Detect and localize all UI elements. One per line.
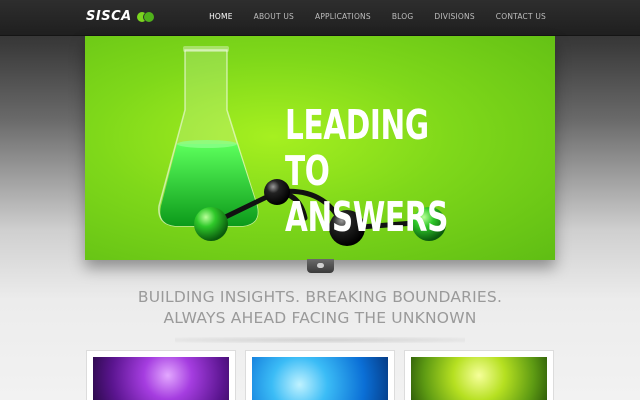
logo-dots-icon — [136, 11, 154, 22]
tagline-divider — [175, 337, 465, 343]
logo-text: SISCA — [86, 9, 132, 24]
thumbnail-card-3[interactable] — [404, 350, 554, 400]
tagline: BUILDING INSIGHTS. BREAKING BOUNDARIES. … — [0, 287, 640, 329]
nav-applications[interactable]: APPLICATIONS — [315, 12, 371, 21]
nav-contact-us[interactable]: CONTACT US — [496, 12, 546, 21]
hero-title-line2: ANSWERS — [285, 193, 449, 241]
site-header: SISCA HOME ABOUT US APPLICATIONS BLOG DI… — [0, 0, 640, 36]
thumbnail-card-1[interactable] — [86, 350, 236, 400]
logo[interactable]: SISCA — [86, 9, 154, 24]
hero-title: LEADING TO ANSWERS — [285, 102, 472, 240]
purple-lab-equipment-image — [93, 357, 229, 400]
tagline-line2: ALWAYS AHEAD FACING THE UNKNOWN — [163, 309, 477, 327]
nav-home[interactable]: HOME — [209, 12, 233, 21]
thumbnail-card-2[interactable] — [245, 350, 395, 400]
slider-toggle-button[interactable] — [307, 259, 334, 273]
main-nav: HOME ABOUT US APPLICATIONS BLOG DIVISION… — [188, 12, 546, 21]
hero-banner[interactable]: LEADING TO ANSWERS — [85, 36, 555, 260]
nav-divisions[interactable]: DIVISIONS — [434, 12, 474, 21]
tagline-line1: BUILDING INSIGHTS. BREAKING BOUNDARIES. — [137, 288, 503, 306]
nav-about-us[interactable]: ABOUT US — [254, 12, 294, 21]
nav-blog[interactable]: BLOG — [392, 12, 414, 21]
green-leaves-image — [411, 357, 547, 400]
hero-title-line1: LEADING TO — [285, 101, 429, 195]
blue-molecular-structure-image — [252, 357, 388, 400]
